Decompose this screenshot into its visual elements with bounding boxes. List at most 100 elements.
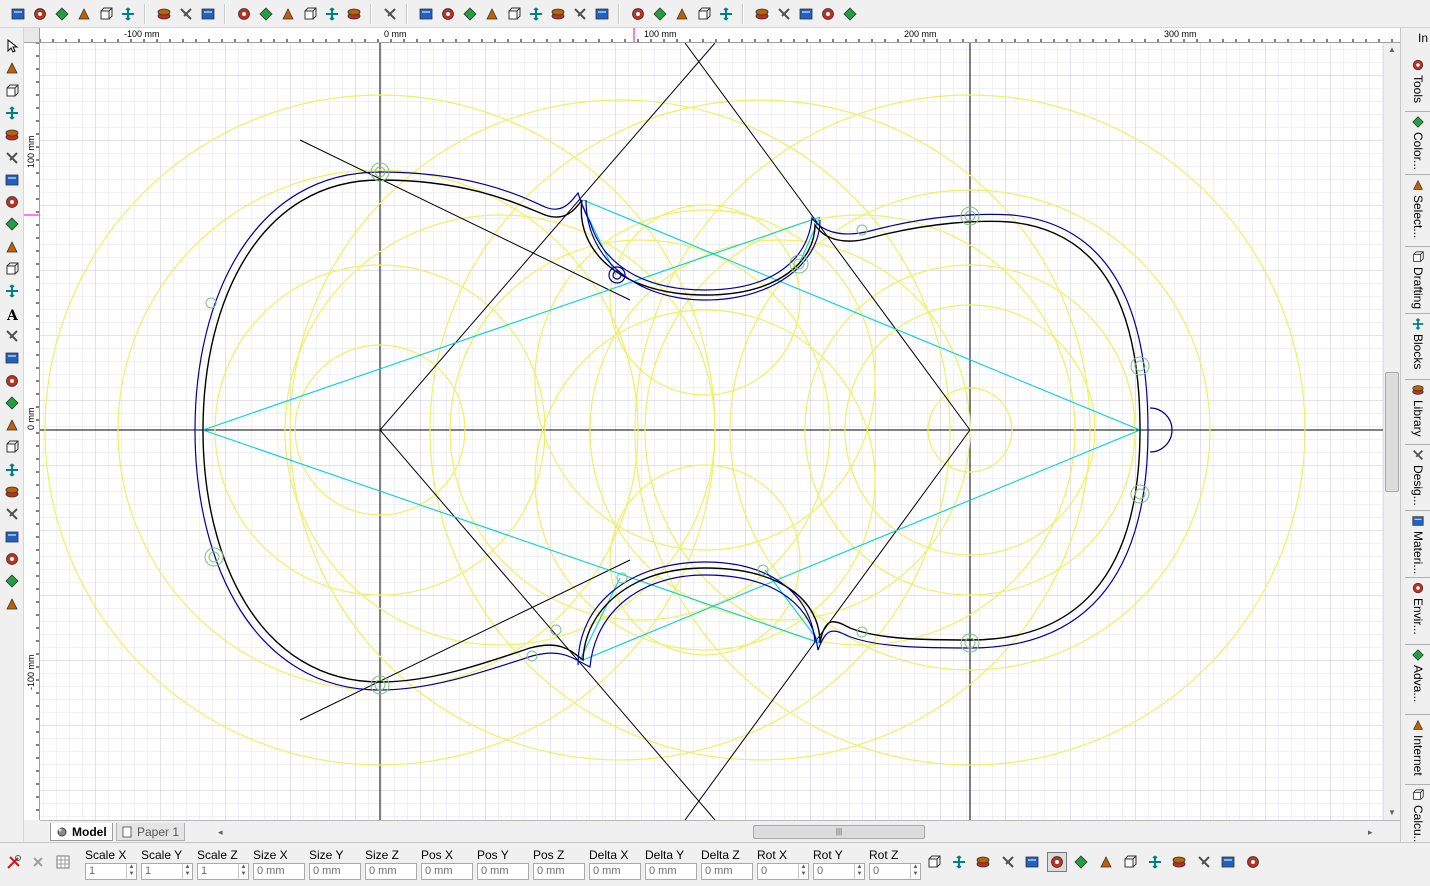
horizontal-scrollbar-thumb[interactable]: ||| [753, 825, 925, 839]
tools-cross-icon[interactable] [5, 853, 23, 871]
move-icon[interactable] [650, 4, 670, 24]
view-top-icon[interactable] [460, 4, 480, 24]
view-bottom-icon[interactable] [482, 4, 502, 24]
delta-x-input[interactable]: 0 mm [589, 863, 641, 880]
rot-z-input[interactable]: 0 ▲ ▼ [869, 863, 921, 880]
drawing-svg[interactable] [40, 43, 1383, 820]
view-iso-3-icon[interactable] [592, 4, 612, 24]
panel-tab-color[interactable]: Color... [1407, 115, 1429, 170]
vertical-scrollbar[interactable]: ▲ ▼ [1383, 43, 1400, 820]
select-frame-icon[interactable] [1022, 852, 1042, 872]
solid-icon[interactable] [818, 4, 838, 24]
perspective-icon[interactable] [1243, 852, 1263, 872]
table-icon[interactable] [54, 853, 72, 871]
copy-icon[interactable] [344, 4, 364, 24]
edit-curve-icon[interactable] [973, 852, 993, 872]
panel-tab-envir[interactable]: Envir... [1407, 581, 1429, 635]
scale-y-input[interactable]: 1 ▲ ▼ [141, 863, 193, 880]
panel-tab-desig[interactable]: Desig... [1407, 448, 1429, 506]
group-icon[interactable] [2, 527, 22, 547]
delta-z-input[interactable]: 0 mm [701, 863, 753, 880]
scale-frame-icon[interactable] [1120, 852, 1140, 872]
snap-icon[interactable] [2, 348, 22, 368]
circle-icon[interactable] [2, 170, 22, 190]
rotate-frame-icon[interactable] [1169, 852, 1189, 872]
paste-icon[interactable] [322, 4, 342, 24]
panel-tab-tools[interactable]: Tools [1407, 58, 1429, 103]
extrude-icon[interactable] [2, 259, 22, 279]
panel-tab-materi[interactable]: Materi... [1407, 514, 1429, 574]
hatch-icon[interactable] [2, 148, 22, 168]
boolean-icon[interactable] [2, 504, 22, 524]
pos-z-input[interactable]: 0 mm [533, 863, 585, 880]
panel-tab-select[interactable]: Select... [1407, 178, 1429, 238]
color-fill-icon[interactable] [2, 326, 22, 346]
size-z-input[interactable]: 0 mm [365, 863, 417, 880]
scale-x-input[interactable]: 1 ▲ ▼ [85, 863, 137, 880]
spinner-arrows-icon[interactable]: ▲ ▼ [182, 864, 192, 879]
panel-tab-library[interactable]: Library [1407, 383, 1429, 437]
skew-icon[interactable] [1145, 852, 1165, 872]
ungroup-icon[interactable] [949, 852, 969, 872]
spinner-arrows-icon[interactable]: ▲ ▼ [910, 864, 920, 879]
print-icon[interactable] [118, 4, 138, 24]
warning-icon[interactable] [998, 852, 1018, 872]
spinner-arrows-icon[interactable]: ▲ ▼ [854, 864, 864, 879]
sphere-icon[interactable] [2, 460, 22, 480]
shaded-icon[interactable] [774, 4, 794, 24]
panel-tab-drafting[interactable]: Drafting [1407, 250, 1429, 309]
wireframe-icon[interactable] [752, 4, 772, 24]
undo-view-icon[interactable] [716, 4, 736, 24]
bounding-box-icon[interactable] [1046, 852, 1067, 872]
point-mode-icon[interactable] [2, 81, 22, 101]
spinner-arrows-icon[interactable]: ▲ ▼ [238, 864, 248, 879]
arc-icon[interactable] [2, 192, 22, 212]
view-back-icon[interactable] [438, 4, 458, 24]
double-line-icon[interactable] [2, 125, 22, 145]
save-as-icon[interactable] [96, 4, 116, 24]
rotate-view-icon[interactable] [672, 4, 692, 24]
drawing-canvas[interactable] [40, 43, 1383, 820]
size-y-input[interactable]: 0 mm [309, 863, 361, 880]
panel-tab-adva[interactable]: Adva... [1407, 648, 1429, 702]
pan-icon[interactable] [628, 4, 648, 24]
layer-icon[interactable] [300, 4, 320, 24]
tab-paper-1[interactable]: Paper 1 [116, 823, 186, 841]
group-objects-icon[interactable] [924, 852, 944, 872]
line-icon[interactable] [2, 103, 22, 123]
pos-x-input[interactable]: 0 mm [421, 863, 473, 880]
select-arrow-icon[interactable] [2, 36, 22, 56]
scroll-up-arrow-icon[interactable]: ▲ [1388, 45, 1396, 54]
render-mode-icon[interactable] [840, 4, 860, 24]
help-icon[interactable] [154, 4, 174, 24]
stretch-icon[interactable] [1194, 852, 1214, 872]
measure-icon[interactable] [2, 393, 22, 413]
open-icon[interactable] [52, 4, 72, 24]
curve-icon[interactable] [2, 214, 22, 234]
tab-model[interactable]: Model [50, 823, 113, 841]
duplicate-icon[interactable] [2, 571, 22, 591]
edit-icon[interactable] [30, 4, 50, 24]
dimension-icon[interactable] [2, 415, 22, 435]
bevel-icon[interactable] [1218, 852, 1238, 872]
transform-icon[interactable] [1096, 852, 1116, 872]
lock-icon[interactable] [198, 4, 218, 24]
import-icon[interactable] [234, 4, 254, 24]
layers-icon[interactable] [2, 371, 22, 391]
scroll-down-arrow-icon[interactable]: ▼ [1388, 808, 1396, 817]
context-help-icon[interactable] [176, 4, 196, 24]
view-iso-1-icon[interactable] [548, 4, 568, 24]
cancel-icon[interactable] [29, 853, 47, 871]
view-iso-2-icon[interactable] [570, 4, 590, 24]
save-icon[interactable] [74, 4, 94, 24]
vertical-scrollbar-thumb[interactable] [1385, 372, 1399, 492]
box-icon[interactable] [2, 237, 22, 257]
paint-icon[interactable] [2, 482, 22, 502]
new-icon[interactable] [8, 4, 28, 24]
scale-z-input[interactable]: 1 ▲ ▼ [197, 863, 249, 880]
delta-y-input[interactable]: 0 mm [645, 863, 697, 880]
rot-y-input[interactable]: 0 ▲ ▼ [813, 863, 865, 880]
hidden-line-icon[interactable] [796, 4, 816, 24]
ungroup-icon[interactable] [2, 549, 22, 569]
size-x-input[interactable]: 0 mm [253, 863, 305, 880]
